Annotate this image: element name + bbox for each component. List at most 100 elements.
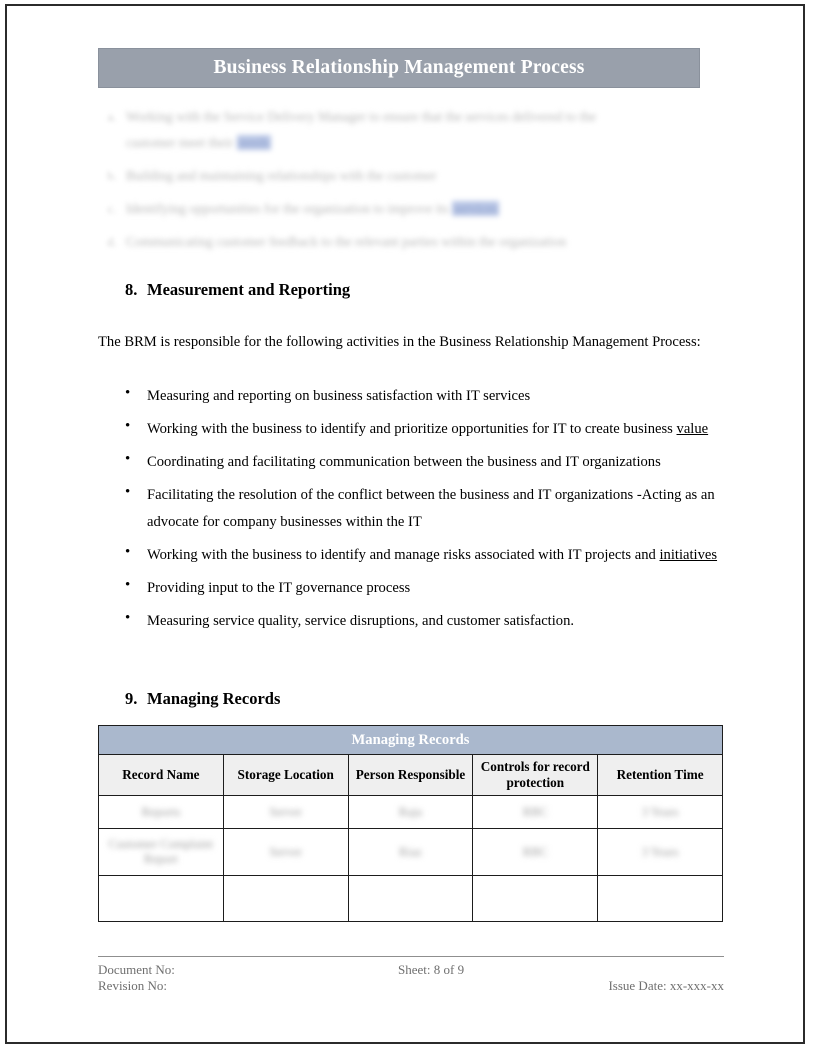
table-cell-redacted-text: Server xyxy=(269,804,302,819)
table-cell-redacted-text: Riaz xyxy=(399,844,422,859)
bullet-item: • Working with the business to identify a… xyxy=(98,542,726,569)
managing-records-table-head: Managing Records Record Name Storage Loca… xyxy=(98,725,723,796)
table-title-row: Managing Records xyxy=(98,725,723,755)
footer-sheet-number: Sheet: 8 of 9 xyxy=(398,962,465,977)
redacted-bullet-lines: Working with the Service Delivery Manage… xyxy=(126,104,728,156)
table-cell xyxy=(98,875,224,922)
bullet-marker-icon: • xyxy=(125,451,131,467)
redacted-bullet-line: Building and maintaining relationships w… xyxy=(126,163,728,189)
bullet-text: Measuring service quality, service disru… xyxy=(147,608,726,635)
bullet-underlined-term: initiatives xyxy=(659,546,718,563)
bullet-item: • Measuring and reporting on business sat… xyxy=(98,383,726,410)
bullet-item: • Working with the business to identify a… xyxy=(98,416,726,443)
table-title-cell: Managing Records xyxy=(98,725,723,755)
document-title: Business Relationship Management Process xyxy=(213,57,585,78)
table-cell xyxy=(347,875,474,922)
table-cell-redacted-text: RBC xyxy=(522,804,548,819)
redacted-bullet-marker: d. xyxy=(107,234,117,249)
bullet-item: • Providing input to the IT governance pr… xyxy=(98,575,726,602)
table-column-header: Controls for record protection xyxy=(472,754,599,796)
redacted-line-text: Building and maintaining relationships w… xyxy=(126,168,437,183)
redacted-bullet-lines: Communicating customer feedback to the r… xyxy=(126,229,728,255)
section-8-number: 8. xyxy=(125,280,138,299)
table-row: Reports Server Raju RBC 3 Years xyxy=(98,795,723,829)
redacted-bullet-line: Working with the Service Delivery Manage… xyxy=(126,104,728,130)
table-cell: Riaz xyxy=(347,828,474,876)
table-row: Customer Complaint Report Server Riaz RBC 3 … xyxy=(98,828,723,876)
table-cell: Server xyxy=(222,828,349,876)
section-9-title: Managing Records xyxy=(147,689,281,708)
bullet-text-main: Measuring service quality, service disru… xyxy=(147,612,575,629)
table-cell-redacted-text: 3 Years xyxy=(641,844,679,859)
redacted-bullet-item: d. Communicating customer feedback to the… xyxy=(98,229,728,255)
table-cell xyxy=(222,875,349,922)
bullet-marker-icon: • xyxy=(125,385,131,401)
redacted-bullet-lines: Identifying opportunities for the organi… xyxy=(126,196,728,222)
bullet-marker-icon: • xyxy=(125,543,131,560)
document-title-banner: Business Relationship Management Process xyxy=(98,48,700,88)
redacted-line-text: Working with the Service Delivery Manage… xyxy=(126,109,597,124)
table-column-header: Record Name xyxy=(98,754,224,796)
redacted-bullet-item: a. Working with the Service Delivery Mana… xyxy=(98,104,728,156)
bullet-item: • Coordinating and facilitating communica… xyxy=(98,449,726,476)
bullet-text: Working with the business to identify an… xyxy=(147,542,726,569)
footer-issue-date: Issue Date: xx-xxx-xx xyxy=(608,978,724,993)
table-column-header-row: Record Name Storage Location Person Respon… xyxy=(98,754,723,796)
bullet-marker-icon: • xyxy=(125,484,131,500)
table-cell: 3 Years xyxy=(597,828,723,876)
table-column-header: Person Responsible xyxy=(347,754,474,796)
bullet-item: • Facilitating the resolution of the conf… xyxy=(98,482,726,535)
section-8-intro: The BRM is responsible for the following… xyxy=(98,334,701,350)
table-cell-redacted-text: Raju xyxy=(398,804,423,819)
table-cell xyxy=(597,875,723,922)
table-column-header: Retention Time xyxy=(597,754,723,796)
bullet-text: Working with the business to identify an… xyxy=(147,416,726,443)
bullet-text: Providing input to the IT governance pro… xyxy=(147,575,726,602)
bullet-text: Coordinating and facilitating communicat… xyxy=(147,449,726,476)
bullet-marker-icon: • xyxy=(125,609,131,626)
redacted-bullet-marker: b. xyxy=(107,168,117,183)
table-cell xyxy=(472,875,599,922)
bullet-text-main: Working with the business to identify an… xyxy=(147,421,677,437)
redacted-bullet-marker: a. xyxy=(107,109,117,124)
redacted-highlight-text: needs xyxy=(236,135,272,150)
section-heading-8: 8. Measurement and Reporting xyxy=(125,280,350,300)
table-cell: Reports xyxy=(98,795,224,829)
bullet-item: • Measuring service quality, service disr… xyxy=(98,608,726,635)
redacted-line-text: Identifying opportunities for the organi… xyxy=(126,201,452,216)
footer-row-2: Revision No: Issue Date: xx-xxx-xx xyxy=(98,978,724,994)
table-cell: RBC xyxy=(472,828,599,876)
redacted-bullet-marker: c. xyxy=(107,201,117,216)
footer-document-no: Document No: xyxy=(98,962,175,977)
footer-row-1: Document No: Sheet: 8 of 9 xyxy=(98,962,724,978)
document-page: Business Relationship Management Process… xyxy=(0,0,817,1055)
redacted-bullet-item: b. Building and maintaining relationships… xyxy=(98,163,728,189)
bullet-text-main: Measuring and reporting on business sati… xyxy=(147,388,531,404)
table-cell: Raju xyxy=(347,795,474,829)
footer-revision-no: Revision No: xyxy=(98,978,167,993)
redacted-bullet-line: Identifying opportunities for the organi… xyxy=(126,196,728,222)
table-cell: RBC xyxy=(472,795,599,829)
table-cell-redacted-text: RBC xyxy=(522,844,548,859)
table-row xyxy=(98,875,723,922)
section-heading-9: 9. Managing Records xyxy=(125,689,280,709)
section-8-bullet-list: • Measuring and reporting on business sat… xyxy=(98,383,726,641)
table-cell: Server xyxy=(222,795,349,829)
redacted-bullet-line: Communicating customer feedback to the r… xyxy=(126,229,728,255)
bullet-underlined-term: value xyxy=(676,421,709,437)
redacted-bullet-line: customer meet their needs xyxy=(126,130,728,156)
table-cell-redacted-text: 3 Years xyxy=(641,804,679,819)
bullet-text: Facilitating the resolution of the confl… xyxy=(147,482,726,535)
table-cell-redacted-text: Customer Complaint Report xyxy=(108,837,214,866)
page-footer: Document No: Sheet: 8 of 9 Revision No: … xyxy=(98,956,724,994)
redacted-line-text: customer meet their xyxy=(126,135,237,150)
table-cell: Customer Complaint Report xyxy=(98,828,224,876)
table-cell: 3 Years xyxy=(597,795,723,829)
bullet-text-main: Coordinating and facilitating communicat… xyxy=(147,454,661,470)
redacted-line-text: Communicating customer feedback to the r… xyxy=(126,234,567,249)
table-cell-redacted-text: Reports xyxy=(141,804,181,819)
bullet-text-main: Providing input to the IT governance pro… xyxy=(147,579,411,596)
bullet-marker-icon: • xyxy=(125,418,131,434)
managing-records-table: Managing Records Record Name Storage Loca… xyxy=(98,725,723,922)
bullet-marker-icon: • xyxy=(125,576,131,593)
